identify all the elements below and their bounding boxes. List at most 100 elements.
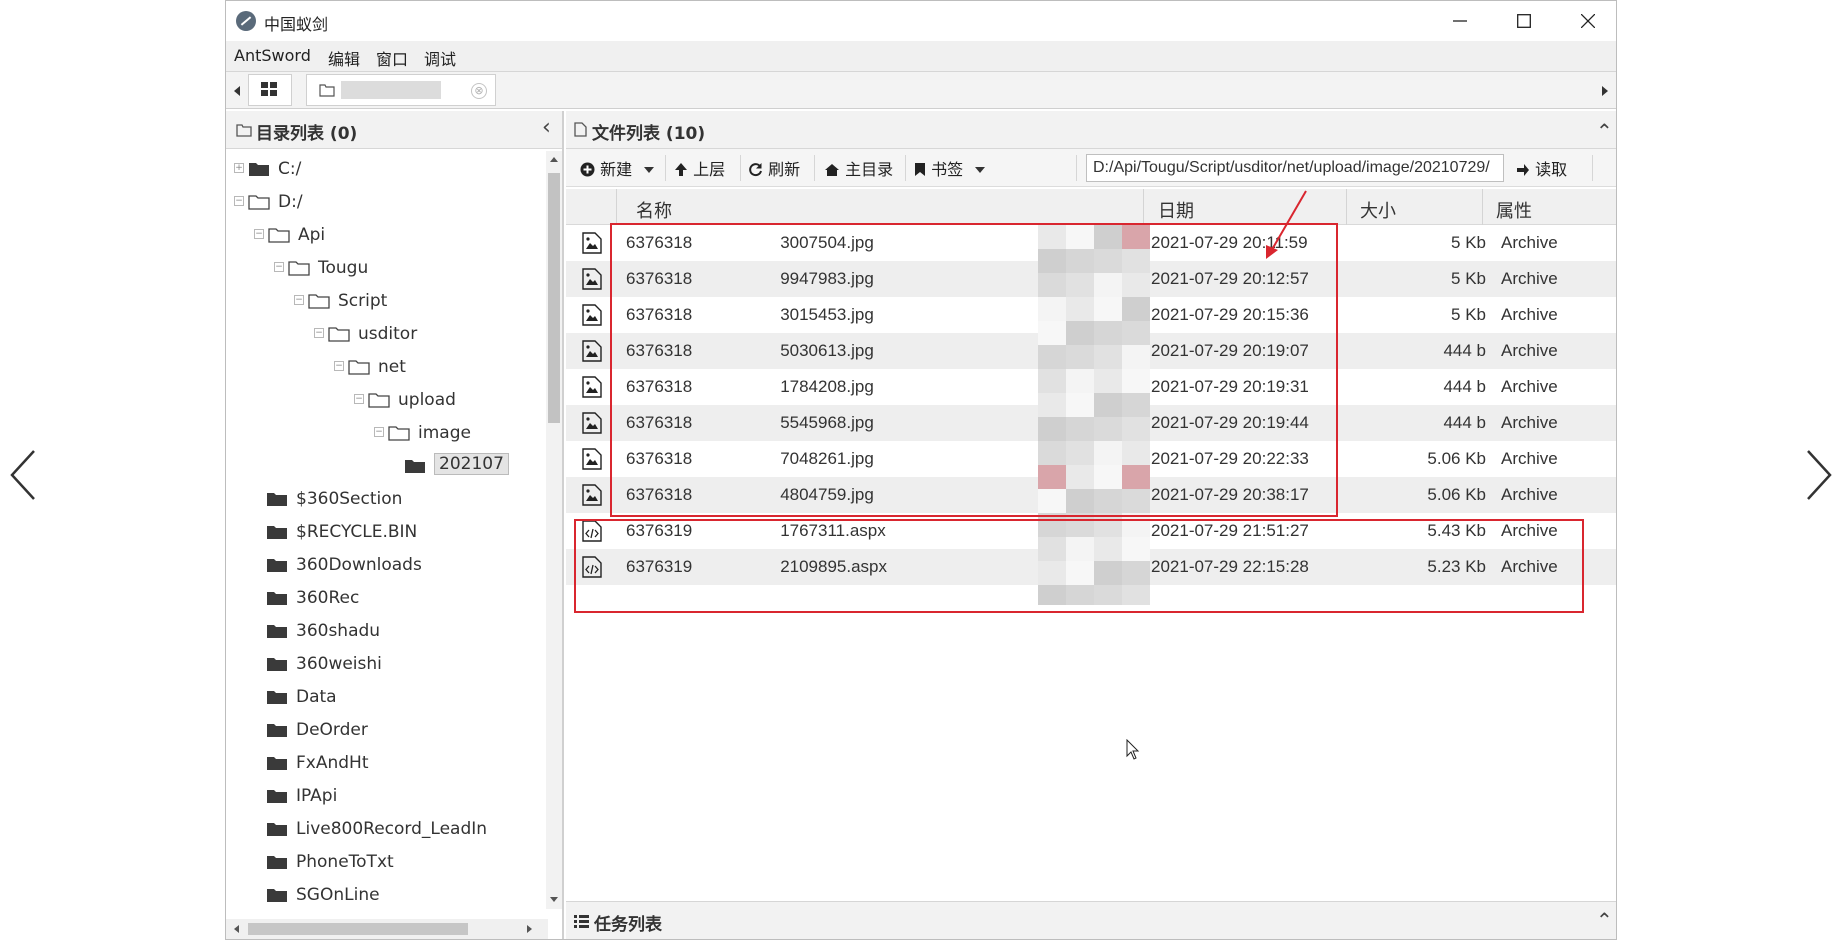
image-file-icon (582, 340, 602, 362)
plus-circle-icon (580, 162, 595, 177)
close-button[interactable] (1556, 1, 1616, 41)
tree-node[interactable]: Live800Record_LeadIn (226, 815, 544, 845)
maximize-button[interactable] (1492, 1, 1556, 41)
tree-node-label: $RECYCLE.BIN (296, 522, 418, 542)
image-file-icon (582, 484, 602, 506)
new-button[interactable]: 新建 (580, 156, 655, 180)
folder-open-icon (328, 327, 350, 342)
annotation-box-aspx-files (574, 519, 1584, 613)
file-attribute: Archive (1501, 233, 1558, 252)
list-icon (574, 915, 589, 928)
folder-open-icon (388, 426, 410, 441)
tree-node[interactable]: 360Rec (226, 584, 544, 614)
next-image-arrow-icon[interactable] (1796, 445, 1836, 505)
column-header-date[interactable]: 日期 (1158, 197, 1194, 223)
collapse-icon[interactable]: − (274, 262, 284, 272)
bookmark-button[interactable]: 书签 (914, 156, 986, 180)
tab-home[interactable] (248, 74, 292, 106)
collapse-icon[interactable]: − (354, 394, 364, 404)
scroll-up-icon[interactable] (546, 152, 562, 166)
collapse-icon[interactable]: − (314, 328, 324, 338)
folder-icon (267, 724, 287, 737)
tree-node[interactable]: − image (226, 419, 544, 449)
tree-node[interactable]: 360shadu (226, 617, 544, 647)
tree-vertical-scrollbar[interactable] (546, 151, 562, 909)
tree-node[interactable]: − Api (226, 221, 544, 251)
tree-node[interactable]: DeOrder (226, 716, 544, 746)
folder-icon (249, 163, 269, 176)
collapse-up-icon[interactable]: ⌃ (1596, 908, 1613, 932)
path-input[interactable] (1086, 154, 1504, 182)
collapse-up-icon[interactable]: ⌃ (1596, 119, 1613, 143)
tree-node[interactable]: FxAndHt (226, 749, 544, 779)
tree-node[interactable]: $360Section (226, 485, 544, 515)
tree-node[interactable]: PhoneToTxt (226, 848, 544, 878)
antsword-logo-icon (236, 11, 256, 31)
home-directory-button[interactable]: 主目录 (824, 156, 893, 180)
tree-node[interactable]: + C:/ (226, 155, 544, 185)
tab-scroll-right-button[interactable] (1598, 80, 1612, 102)
home-icon (825, 164, 839, 176)
tree-node[interactable]: Data (226, 683, 544, 713)
file-size: 444 b (1443, 413, 1486, 432)
bookmark-icon (915, 163, 925, 176)
tree-node-label: Api (298, 225, 326, 245)
up-level-button[interactable]: 上层 (674, 156, 725, 180)
tree-node[interactable]: SGOnLine (226, 881, 544, 911)
collapse-icon[interactable]: − (334, 361, 344, 371)
tree-node[interactable]: IPApi (226, 782, 544, 812)
tab-shell-connection[interactable]: ⊗ (306, 74, 496, 106)
column-divider (1482, 189, 1483, 225)
column-header-size[interactable]: 大小 (1360, 197, 1396, 223)
tree-node[interactable]: − net (226, 353, 544, 383)
toolbar-separator (1592, 155, 1593, 181)
grid-icon (261, 82, 277, 96)
tree-node[interactable]: 202107 (226, 452, 544, 482)
tree-node[interactable]: − Script (226, 287, 544, 317)
collapse-icon[interactable]: − (374, 427, 384, 437)
menu-edit[interactable]: 编辑 (328, 46, 360, 70)
menu-window[interactable]: 窗口 (376, 46, 408, 70)
refresh-label: 刷新 (768, 160, 801, 179)
tree-node[interactable]: − D:/ (226, 188, 544, 218)
tree-horizontal-scrollbar[interactable] (226, 919, 548, 939)
file-size: 444 b (1443, 341, 1486, 360)
expand-icon[interactable]: + (234, 163, 244, 173)
collapse-icon[interactable]: − (254, 229, 264, 239)
tab-scroll-left-button[interactable] (230, 80, 244, 102)
tree-horizontal-scroll-thumb[interactable] (248, 923, 468, 935)
toolbar-separator (1076, 155, 1077, 181)
collapse-left-icon[interactable]: ‹ (542, 115, 551, 140)
tree-vertical-scroll-thumb[interactable] (548, 173, 560, 423)
column-divider (1143, 189, 1144, 225)
column-divider (1346, 189, 1347, 225)
folder-icon (267, 658, 287, 671)
scroll-right-icon[interactable] (522, 919, 536, 939)
directory-panel: 目录列表 (0) ‹ + C:/ − D:/ − Api − Tougu − Script − usd… (226, 111, 564, 939)
column-header-name[interactable]: 名称 (636, 197, 672, 223)
tree-node[interactable]: − upload (226, 386, 544, 416)
tree-node[interactable]: 360weishi (226, 650, 544, 680)
scroll-left-icon[interactable] (230, 919, 244, 939)
tree-node[interactable]: 360Downloads (226, 551, 544, 581)
tree-node[interactable]: $RECYCLE.BIN (226, 518, 544, 548)
collapse-icon[interactable]: − (234, 196, 244, 206)
annotation-box-uploaded-images (610, 223, 1338, 517)
collapse-icon[interactable]: − (294, 295, 304, 305)
scroll-down-icon[interactable] (546, 893, 562, 907)
tab-close-icon[interactable]: ⊗ (471, 83, 487, 99)
refresh-button[interactable]: 刷新 (748, 156, 800, 180)
previous-image-arrow-icon[interactable] (6, 445, 46, 505)
tree-node-label: DeOrder (296, 720, 368, 740)
read-label: 读取 (1535, 160, 1568, 179)
menu-debug[interactable]: 调试 (424, 46, 456, 70)
tree-node-label: C:/ (278, 159, 302, 179)
tree-node[interactable]: − usditor (226, 320, 544, 350)
column-header-attr[interactable]: 属性 (1496, 197, 1532, 223)
minimize-button[interactable] (1428, 1, 1492, 41)
tree-node[interactable]: − Tougu (226, 254, 544, 284)
menu-antsword[interactable]: AntSword (234, 46, 311, 65)
folder-icon (405, 460, 425, 473)
tree-node-label: PhoneToTxt (296, 852, 394, 872)
read-button[interactable]: 读取 (1516, 156, 1567, 180)
